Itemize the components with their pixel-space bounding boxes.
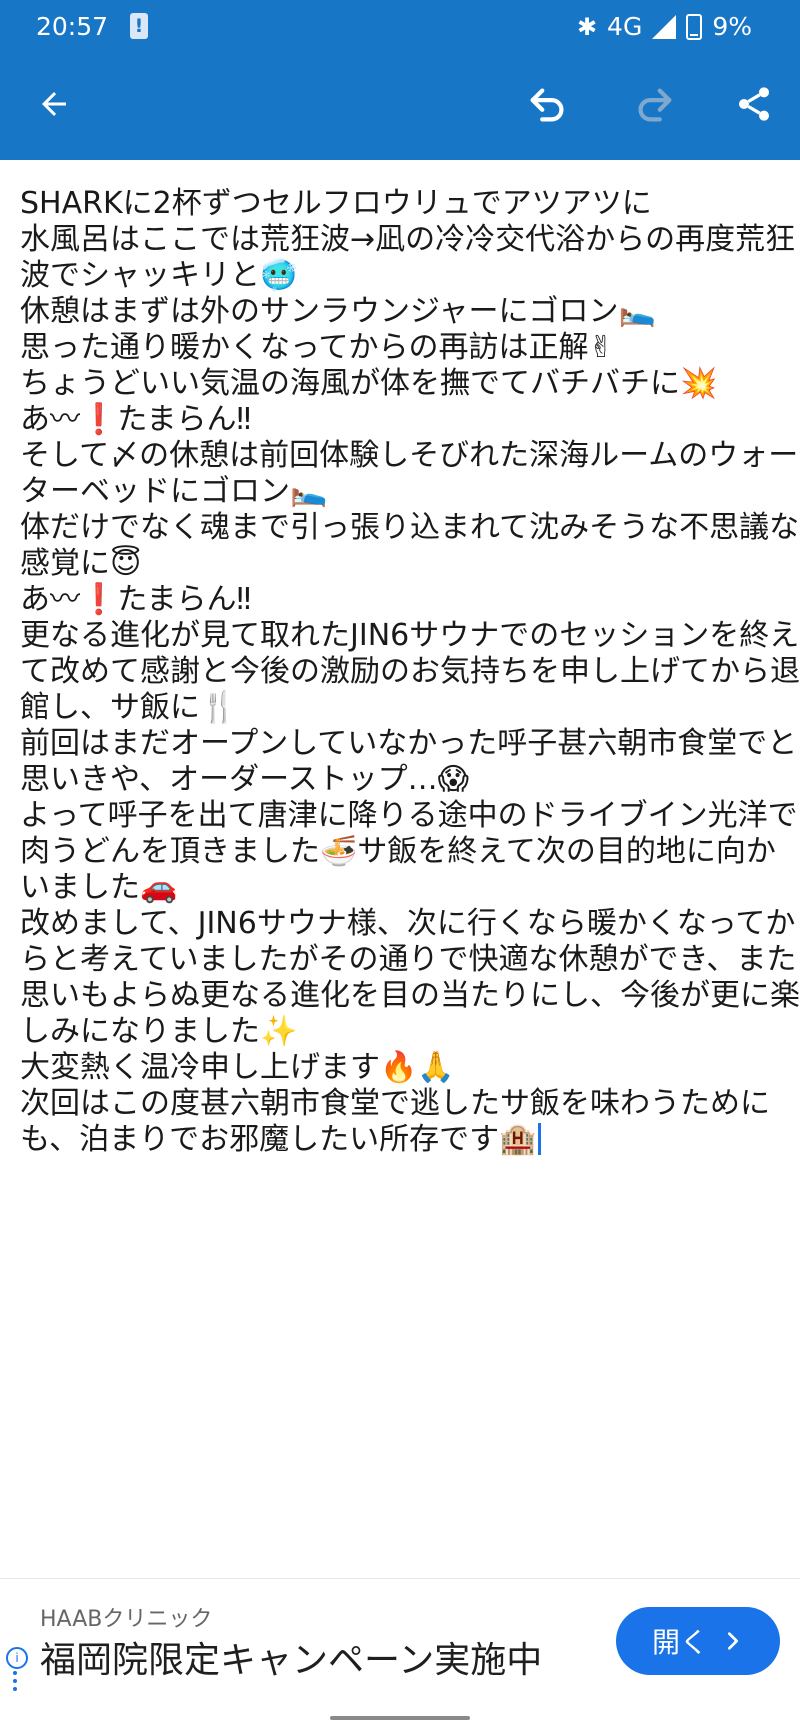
text-line: 前回はまだオープンしていなかった呼子甚六朝市食堂でと思いきや、オーダーストップ…… <box>20 726 798 797</box>
ad-banner[interactable]: i HAABクリニック 福岡院限定キャンペーン実施中 開く <box>0 1578 800 1704</box>
text-line: あ〰❗たまらん‼ <box>20 582 252 617</box>
text-line: SHARKに2杯ずつセルフロウリュでアツアツに <box>20 186 652 221</box>
share-button[interactable] <box>724 74 784 134</box>
signal-icon <box>652 14 677 39</box>
text-line: 体だけでなく魂まで引っ張り込まれて沈みそうな不思議な感覚に😇 <box>20 510 800 581</box>
text-line: そして〆の休憩は前回体験しそびれた深海ルームのウォーターベッドにゴロン🛌 <box>20 438 799 509</box>
chevron-right-icon <box>727 1632 739 1650</box>
ad-info-icon[interactable]: i <box>6 1647 28 1669</box>
battery-percent: 9% <box>712 12 752 41</box>
undo-icon <box>530 88 564 122</box>
ad-open-label: 開く <box>651 1626 708 1659</box>
home-handle[interactable] <box>330 1716 470 1720</box>
text-line: 思った通り暖かくなってからの再訪は正解✌ <box>20 330 614 365</box>
status-time: 20:57 <box>36 12 109 41</box>
app-bar: 20:57 ! ✱ 4G 9% <box>0 0 800 160</box>
undo-button[interactable] <box>518 74 578 134</box>
ad-open-button[interactable]: 開く <box>616 1607 780 1675</box>
battery-icon <box>686 13 703 40</box>
status-bar: 20:57 ! ✱ 4G 9% <box>0 0 800 54</box>
ad-brand: HAABクリニック <box>40 1607 213 1632</box>
text-line: 更なる進化が見て取れたJIN6サウナでのセッションを終えて改めて感謝と今後の激励… <box>20 618 800 725</box>
network-type: 4G <box>607 12 643 41</box>
bluetooth-icon: ✱ <box>576 12 598 41</box>
text-line: よって呼子を出て唐津に降りる途中のドライブイン光洋で肉うどんを頂きました🍜サ飯を… <box>20 798 798 905</box>
back-arrow-icon <box>42 92 66 116</box>
back-button[interactable] <box>24 74 84 134</box>
text-cursor <box>538 1123 542 1155</box>
text-line: 次回はこの度甚六朝市食堂で逃したサ飯を味わうためにも、泊まりでお邪魔したい所存で… <box>20 1086 770 1157</box>
gesture-nav-bar <box>0 1702 800 1732</box>
text-line-last: 次回はこの度甚六朝市食堂で逃したサ飯を味わうためにも、泊まりでお邪魔したい所存で… <box>20 1086 800 1158</box>
ad-more-icon[interactable] <box>13 1671 17 1691</box>
post-text[interactable]: SHARKに2杯ずつセルフロウリュでアツアツに 水風呂はここでは荒狂波→凪の冷冷… <box>20 186 800 1158</box>
text-line: 休憩はまずは外のサンラウンジャーにゴロン🛌 <box>20 294 656 329</box>
redo-icon <box>638 88 672 122</box>
text-line: あ〰❗たまらん‼ <box>20 402 252 437</box>
status-right: ✱ 4G 9% <box>577 12 752 41</box>
redo-button[interactable] <box>624 74 684 134</box>
text-line: 水風呂はここでは荒狂波→凪の冷冷交代浴からの再度荒狂波でシャッキリと🥶 <box>20 222 796 293</box>
share-icon <box>739 87 769 121</box>
text-line: 改めまして、JIN6サウナ様、次に行くなら暖かくなってからと考えていましたがその… <box>20 906 800 1049</box>
alert-icon: ! <box>130 13 148 39</box>
ad-headline[interactable]: 福岡院限定キャンペーン実施中 <box>40 1631 542 1683</box>
text-line: 大変熱く温冷申し上げます🔥🙏 <box>20 1050 455 1085</box>
text-line: ちょうどいい気温の海風が体を撫でてバチバチに💥 <box>20 366 718 401</box>
